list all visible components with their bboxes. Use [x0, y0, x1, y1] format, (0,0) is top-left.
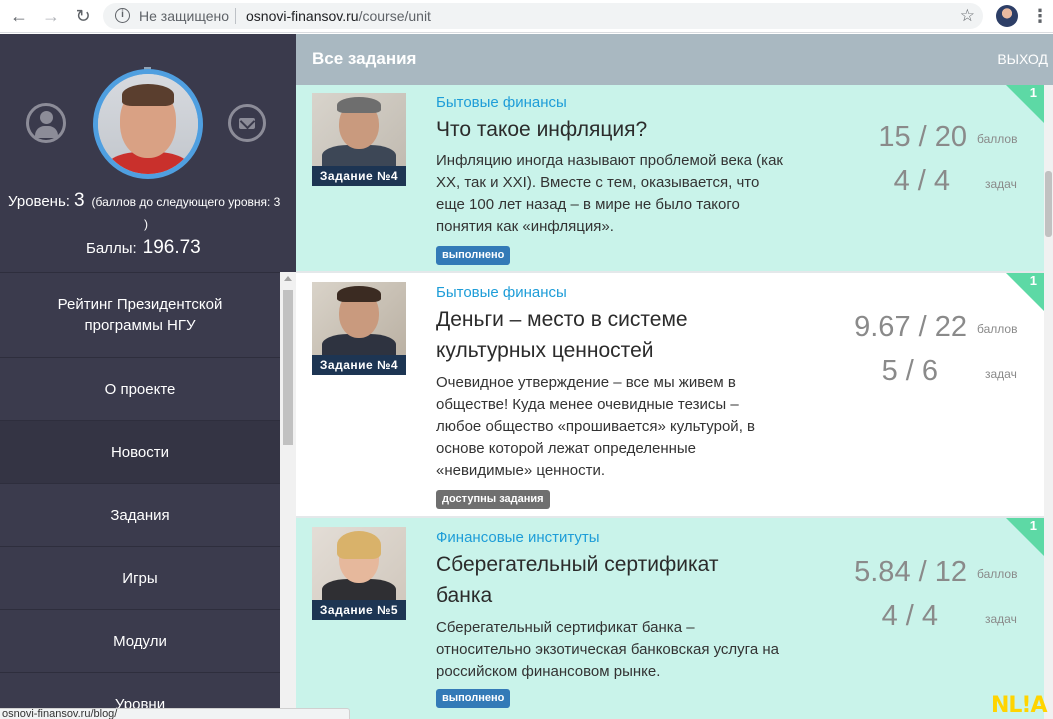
- avatar[interactable]: [93, 69, 203, 179]
- sidebar-item-label: Игры: [122, 569, 158, 587]
- page-header: Все задания ВЫХОД: [296, 34, 1053, 85]
- score-unit: баллов: [977, 132, 1018, 146]
- corner-count: 1: [1029, 518, 1037, 533]
- task-title[interactable]: Сберегательный сертификат банка: [436, 549, 766, 611]
- scroll-up-icon[interactable]: [284, 276, 292, 281]
- score-unit: баллов: [977, 322, 1018, 336]
- back-arrow-icon[interactable]: ←: [8, 5, 30, 27]
- status-badge: выполнено: [436, 689, 511, 708]
- task-card[interactable]: Задание №4 Бытовые финансы Деньги – мест…: [296, 273, 1044, 518]
- level-hint-close: ): [144, 217, 148, 231]
- level-hint: (баллов до следующего уровня: 3: [91, 195, 281, 209]
- task-category[interactable]: Финансовые институты: [436, 529, 600, 546]
- sidebar-item-label: Модули: [113, 632, 167, 650]
- task-description: Очевидное утверждение – все мы живем в о…: [436, 374, 755, 479]
- main-scrollbar[interactable]: [1044, 85, 1053, 719]
- link-status-bar: osnovi-finansov.ru/blog/: [0, 708, 350, 719]
- profile-panel: Уровень: 3 (баллов до следующего уровня: 3…: [0, 34, 296, 272]
- task-count: 5 / 6: [881, 355, 938, 387]
- corner-count: 1: [1029, 85, 1037, 100]
- corner-ribbon: [1006, 518, 1044, 556]
- forward-arrow-icon[interactable]: →: [40, 5, 62, 27]
- sidebar-scrollbar[interactable]: [280, 272, 296, 719]
- task-category[interactable]: Бытовые финансы: [436, 94, 567, 111]
- task-count: 4 / 4: [893, 165, 950, 197]
- sidebar: Уровень: 3 (баллов до следующего уровня: 3…: [0, 34, 296, 719]
- task-count: 4 / 4: [881, 600, 938, 632]
- sidebar-scroll-thumb[interactable]: [283, 290, 293, 445]
- level-line: Уровень: 3 (баллов до следующего уровня: 3: [8, 190, 280, 212]
- sidebar-item-about[interactable]: О проекте: [0, 357, 280, 420]
- kebab-menu-icon[interactable]: ⋮: [1030, 5, 1050, 27]
- sidebar-menu: Рейтинг Президентской программы НГУ О пр…: [0, 272, 280, 719]
- omnibox-divider: [235, 8, 236, 24]
- task-description: Инфляцию иногда называют проблемой века …: [436, 152, 783, 235]
- security-label[interactable]: Не защищено: [139, 8, 229, 24]
- task-list: Задание №4 Бытовые финансы Что такое инф…: [296, 85, 1044, 719]
- sidebar-item-label: О проекте: [104, 380, 176, 398]
- task-thumbnail[interactable]: Задание №4: [312, 93, 406, 186]
- corner-ribbon: [1006, 273, 1044, 311]
- page-title: Все задания: [312, 49, 417, 68]
- browser-toolbar: ← → ↻ i Не защищено osnovi-finansov.ru/c…: [0, 0, 1053, 33]
- tasks-unit: задач: [985, 367, 1017, 381]
- task-thumbnail[interactable]: Задание №4: [312, 282, 406, 375]
- task-score: 15 / 20: [878, 121, 967, 153]
- tasks-unit: задач: [985, 612, 1017, 626]
- info-icon[interactable]: i: [115, 8, 130, 23]
- status-badge: выполнено: [436, 246, 511, 265]
- task-thumbnail[interactable]: Задание №5: [312, 527, 406, 620]
- url-path: /course/unit: [358, 8, 431, 24]
- task-title[interactable]: Деньги – место в системе культурных ценн…: [436, 304, 766, 366]
- sidebar-item-news[interactable]: Новости: [0, 420, 280, 483]
- score-unit: баллов: [977, 567, 1018, 581]
- profile-avatar[interactable]: [996, 5, 1018, 27]
- star-icon[interactable]: ☆: [960, 6, 975, 26]
- corner-ribbon: [1006, 85, 1044, 123]
- url-text[interactable]: osnovi-finansov.ru/course/unit: [246, 8, 431, 24]
- task-score: 9.67 / 22: [854, 311, 967, 343]
- points-line: Баллы: 196.73: [86, 237, 201, 259]
- task-score: 5.84 / 12: [854, 556, 967, 588]
- task-card[interactable]: Задание №4 Бытовые финансы Что такое инф…: [296, 85, 1044, 273]
- sidebar-item-modules[interactable]: Модули: [0, 609, 280, 672]
- watermark-logo: NL!A: [991, 693, 1047, 718]
- thumbnail-label: Задание №5: [312, 600, 406, 620]
- thumbnail-label: Задание №4: [312, 166, 406, 186]
- status-badge: доступны задания: [436, 490, 550, 509]
- main-scroll-thumb[interactable]: [1045, 171, 1052, 237]
- logout-button[interactable]: ВЫХОД: [997, 51, 1048, 67]
- tasks-unit: задач: [985, 177, 1017, 191]
- address-bar[interactable]: i Не защищено osnovi-finansov.ru/course/…: [103, 3, 983, 29]
- reload-icon[interactable]: ↻: [72, 5, 94, 27]
- task-title[interactable]: Что такое инфляция?: [436, 114, 766, 145]
- task-card[interactable]: Задание №5 Финансовые институты Сберегат…: [296, 518, 1044, 719]
- sidebar-item-games[interactable]: Игры: [0, 546, 280, 609]
- sidebar-item-label: Новости: [110, 443, 170, 461]
- url-host: osnovi-finansov.ru: [246, 8, 359, 24]
- points-label: Баллы:: [86, 240, 137, 257]
- corner-count: 1: [1029, 273, 1037, 288]
- points-value: 196.73: [142, 237, 201, 258]
- sidebar-item-tasks[interactable]: Задания: [0, 483, 280, 546]
- user-icon[interactable]: [26, 103, 66, 143]
- sidebar-item-rating[interactable]: Рейтинг Президентской программы НГУ: [0, 272, 280, 357]
- mail-icon[interactable]: [228, 104, 266, 142]
- level-label: Уровень:: [8, 193, 70, 210]
- level-value: 3: [73, 190, 85, 211]
- task-category[interactable]: Бытовые финансы: [436, 284, 567, 301]
- sidebar-item-label: Задания: [110, 506, 170, 524]
- thumbnail-label: Задание №4: [312, 355, 406, 375]
- sidebar-item-label: Рейтинг Президентской программы НГУ: [57, 296, 223, 334]
- task-description: Сберегательный сертификат банка – относи…: [436, 619, 779, 680]
